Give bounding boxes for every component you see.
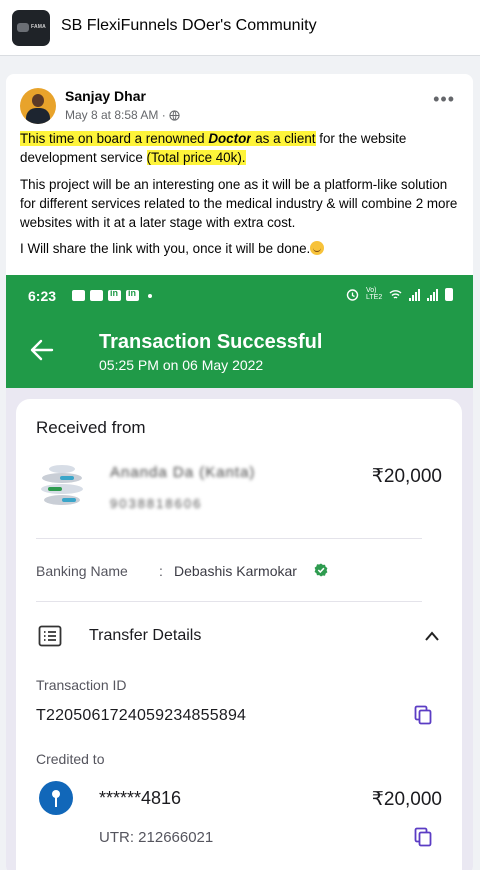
transaction-id-label: Transaction ID: [36, 677, 127, 693]
post-paragraph-3: I Will share the link with you, once it …: [20, 239, 462, 258]
group-logo-glyph: [17, 23, 29, 32]
post-text: This time on board a renowned Doctor as …: [20, 129, 462, 266]
linkedin-icon: [126, 288, 139, 301]
post-card: Sanjay Dhar May 8 at 8:58 AM · ••• This …: [6, 74, 473, 870]
highlight-bold-italic: Doctor: [208, 131, 252, 146]
post-meta: May 8 at 8:58 AM ·: [65, 108, 180, 122]
banking-name-separator: :: [159, 563, 163, 579]
alarm-icon: [346, 289, 359, 301]
linkedin-icon: [108, 288, 121, 301]
highlight-text: as a client: [251, 131, 316, 146]
avatar-head: [32, 94, 44, 107]
post-timestamp[interactable]: May 8 at 8:58 AM ·: [65, 108, 166, 122]
bank-logo-icon: [39, 781, 73, 815]
more-notifications-dot: [148, 293, 152, 298]
avatar-body: [26, 108, 50, 124]
banking-name-value: Debashis Karmokar: [174, 563, 297, 579]
utr-number: UTR: 212666021: [99, 829, 214, 846]
highlight-text: (Total price 40k).: [146, 150, 246, 166]
received-from-label: Received from: [36, 418, 146, 437]
more-options-icon[interactable]: •••: [433, 90, 455, 108]
credited-amount: ₹20,000: [371, 789, 442, 810]
transaction-detail-card: Received from Ananda Da (Kanta) 90388186…: [16, 399, 462, 870]
transaction-id-value: T2205061724059234855894: [36, 707, 247, 724]
received-amount: ₹20,000: [371, 466, 442, 487]
transaction-title: Transaction Successful: [99, 331, 323, 353]
author-avatar[interactable]: [20, 88, 56, 124]
group-header: FAMA SB FlexiFunnels DOer's Community: [0, 0, 480, 56]
group-title[interactable]: SB FlexiFunnels DOer's Community: [61, 17, 317, 35]
volte-indicator: Vo) LTE2: [366, 287, 383, 301]
verified-icon: [314, 563, 328, 577]
payment-screenshot[interactable]: 6:23 Vo) LTE2 Transaction Successful 05:…: [6, 275, 473, 870]
signal-icon: [427, 289, 438, 301]
smile-emoji-icon: [310, 241, 325, 256]
payer-avatar-icon: [41, 465, 83, 505]
transaction-datetime: 05:25 PM on 06 May 2022: [99, 357, 264, 373]
phone-status-bar: 6:23 Vo) LTE2: [6, 275, 473, 315]
post-paragraph-1: This time on board a renowned Doctor as …: [20, 129, 462, 168]
divider: [36, 601, 422, 602]
credited-to-label: Credited to: [36, 751, 105, 767]
banking-name-label: Banking Name: [36, 563, 128, 579]
youtube-icon: [72, 290, 85, 301]
post-paragraph-2: This project will be an interesting one …: [20, 176, 458, 231]
copy-icon[interactable]: [414, 827, 432, 847]
transfer-details-icon: [38, 625, 62, 647]
status-time: 6:23: [28, 288, 57, 304]
author-name[interactable]: Sanjay Dhar: [65, 88, 146, 104]
post-paragraph-3-text: I Will share the link with you, once it …: [20, 241, 311, 257]
signal-icon: [409, 289, 420, 301]
chevron-up-icon[interactable]: [424, 630, 440, 642]
youtube-icon: [90, 290, 103, 301]
payer-phone: 9038818606: [110, 496, 203, 511]
globe-icon: [169, 109, 180, 121]
group-avatar[interactable]: FAMA: [12, 10, 50, 46]
transfer-details-title[interactable]: Transfer Details: [89, 627, 201, 645]
copy-icon[interactable]: [414, 705, 432, 725]
account-number: ******4816: [99, 788, 182, 808]
back-arrow-icon[interactable]: [30, 339, 54, 361]
notification-icons: [72, 288, 152, 301]
wifi-icon: [389, 290, 402, 299]
payer-name: Ananda Da (Kanta): [110, 464, 256, 481]
status-right-icons: Vo) LTE2: [346, 287, 453, 301]
battery-icon: [445, 288, 453, 301]
highlight-text: This time on board a renowned: [20, 131, 209, 146]
divider: [36, 538, 422, 539]
transaction-app-bar: Transaction Successful 05:25 PM on 06 Ma…: [6, 315, 473, 388]
group-logo-text: FAMA: [31, 24, 46, 30]
